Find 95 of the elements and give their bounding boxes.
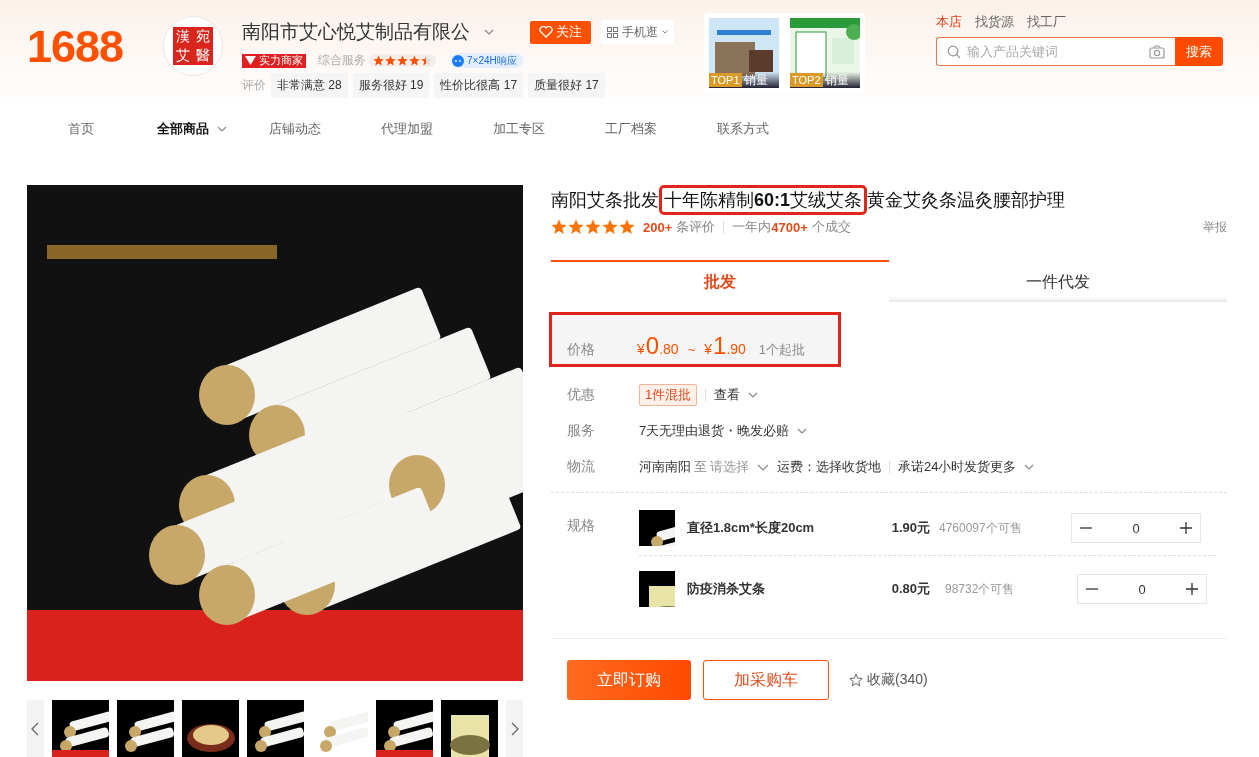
nav-tab[interactable]: 店铺动态 [269,120,381,138]
price-separator: ~ [687,342,696,357]
next-button[interactable] [506,700,524,757]
response-badge: 7×24H响应 [452,53,523,68]
view-link[interactable]: 查看 [714,386,759,404]
sales-prefix: 一年内 [732,218,772,236]
service-label: 综合服务 [318,52,366,69]
chevron-down-icon [484,29,494,35]
follow-button[interactable]: 关注 [530,20,591,44]
highlighted-title-text: 十年陈精制60:1艾绒艾条 [662,188,865,212]
chevron-down-icon [797,428,808,434]
plus-icon [1186,583,1198,595]
delivery-promise: 承诺24小时发货 [898,458,991,476]
min-order-text: 1个起批 [758,341,806,359]
nav-tab[interactable]: 工厂档案 [605,120,717,138]
review-tag[interactable]: 性价比很高 17 [434,73,524,98]
star-icon [568,219,584,235]
heart-plus-icon [539,26,553,38]
star-icon [385,55,396,66]
search-scope-tab[interactable]: 本店 [936,13,962,31]
origin-text: 河南南阳 [639,458,691,476]
shop-name[interactable]: 南阳市艾心悦艾制品有限公 [242,19,470,45]
review-label: 评价 [242,77,266,94]
rank-label: 销量 [743,73,768,87]
field-label: 规格 [567,517,596,535]
spec-name: 防疫消杀艾条 [687,580,766,598]
nav-tab[interactable]: 加工专区 [493,120,605,138]
star-icon [585,219,601,235]
chevron-down-icon [757,463,769,471]
discount-tag: 1件混批 [639,384,698,406]
price-label: 价格 [567,341,596,359]
stock-text: 98732个可售 [945,581,1016,598]
sales-count: 4700+ [771,219,808,235]
chat-icon [452,54,464,67]
search-scope-tab[interactable]: 找工厂 [1027,13,1066,31]
product-title: 南阳艾条批发 [551,189,659,212]
review-unit: 条评价 [676,218,716,236]
chevron-down-icon [662,30,668,34]
nav-tab[interactable]: 代理加盟 [381,120,493,138]
grid-icon [607,26,618,38]
rank-badge: TOP1 [709,73,742,87]
review-tag[interactable]: 质量很好 17 [528,73,605,98]
chevron-down-icon [748,392,759,398]
review-tag[interactable]: 服务很好 19 [352,73,430,98]
star-icon [409,55,420,66]
chevron-left-icon [31,722,40,736]
spec-price: 0.80元 [890,580,930,598]
chevron-right-icon [510,722,519,736]
camera-icon [1149,44,1165,59]
star-icon [602,219,618,235]
rank-badge: TOP2 [790,73,823,87]
sales-unit: 个成交 [811,218,851,236]
mode-tab[interactable]: 一件代发 [889,260,1227,302]
price-amount: ¥0.80 [637,332,679,360]
plus-icon [1180,522,1192,534]
price-amount: ¥1.90 [704,332,746,360]
mobile-button[interactable]: 手机逛 [601,20,674,44]
product-title: 黄金艾灸条温灸腰部护理 [867,189,1066,212]
star-icon [397,55,408,66]
star-icon [551,219,567,235]
search-field[interactable]: 输入产品关键词 [936,37,1175,66]
star-icon [373,55,384,66]
report-link[interactable]: 举报 [1203,218,1227,236]
field-label: 优惠 [567,386,596,404]
service-text[interactable]: 7天无理由退货・晚发必赔 [639,422,808,440]
search-scope-tab[interactable]: 找货源 [975,13,1014,31]
star-icon [421,55,432,66]
review-count[interactable]: 200+ [643,219,673,235]
field-label: 物流 [567,458,596,476]
chevron-down-icon [1024,464,1035,470]
spec-name: 直径1.8cm*长度20cm [687,519,816,537]
shipping-fee-text: 运费：选择收货地 [777,458,881,476]
favorite-button[interactable]: 收藏(340) [849,671,928,689]
nav-tab[interactable]: 首页 [68,120,157,138]
stock-text: 4760097个可售 [939,520,1023,537]
quantity-stepper[interactable]: 0 [1071,513,1201,543]
mode-tab[interactable]: 批发 [551,260,889,302]
field-label: 服务 [567,422,596,440]
merchant-badge: 实力商家 [242,53,306,68]
to-text: 至 [694,458,707,476]
review-tag[interactable]: 非常满意 28 [271,73,348,98]
search-input[interactable]: 输入产品关键词 [967,38,1143,65]
more-link[interactable]: 更多 [990,458,1035,476]
shop-logo: 漢 宛 艾 醫 [163,16,223,76]
spec-price: 1.90元 [890,519,930,537]
quantity-stepper[interactable]: 0 [1077,574,1207,604]
search-button[interactable]: 搜索 [1175,37,1223,66]
star-icon [619,219,635,235]
nav-tab[interactable]: 全部商品 [157,120,269,138]
previous-button[interactable] [27,700,44,757]
add-to-cart-button[interactable]: 加采购车 [703,660,829,700]
rank-label: 销量 [824,73,849,87]
nav-tab[interactable]: 联系方式 [717,120,829,138]
search-icon [947,44,961,59]
star-outline-icon [849,673,863,687]
